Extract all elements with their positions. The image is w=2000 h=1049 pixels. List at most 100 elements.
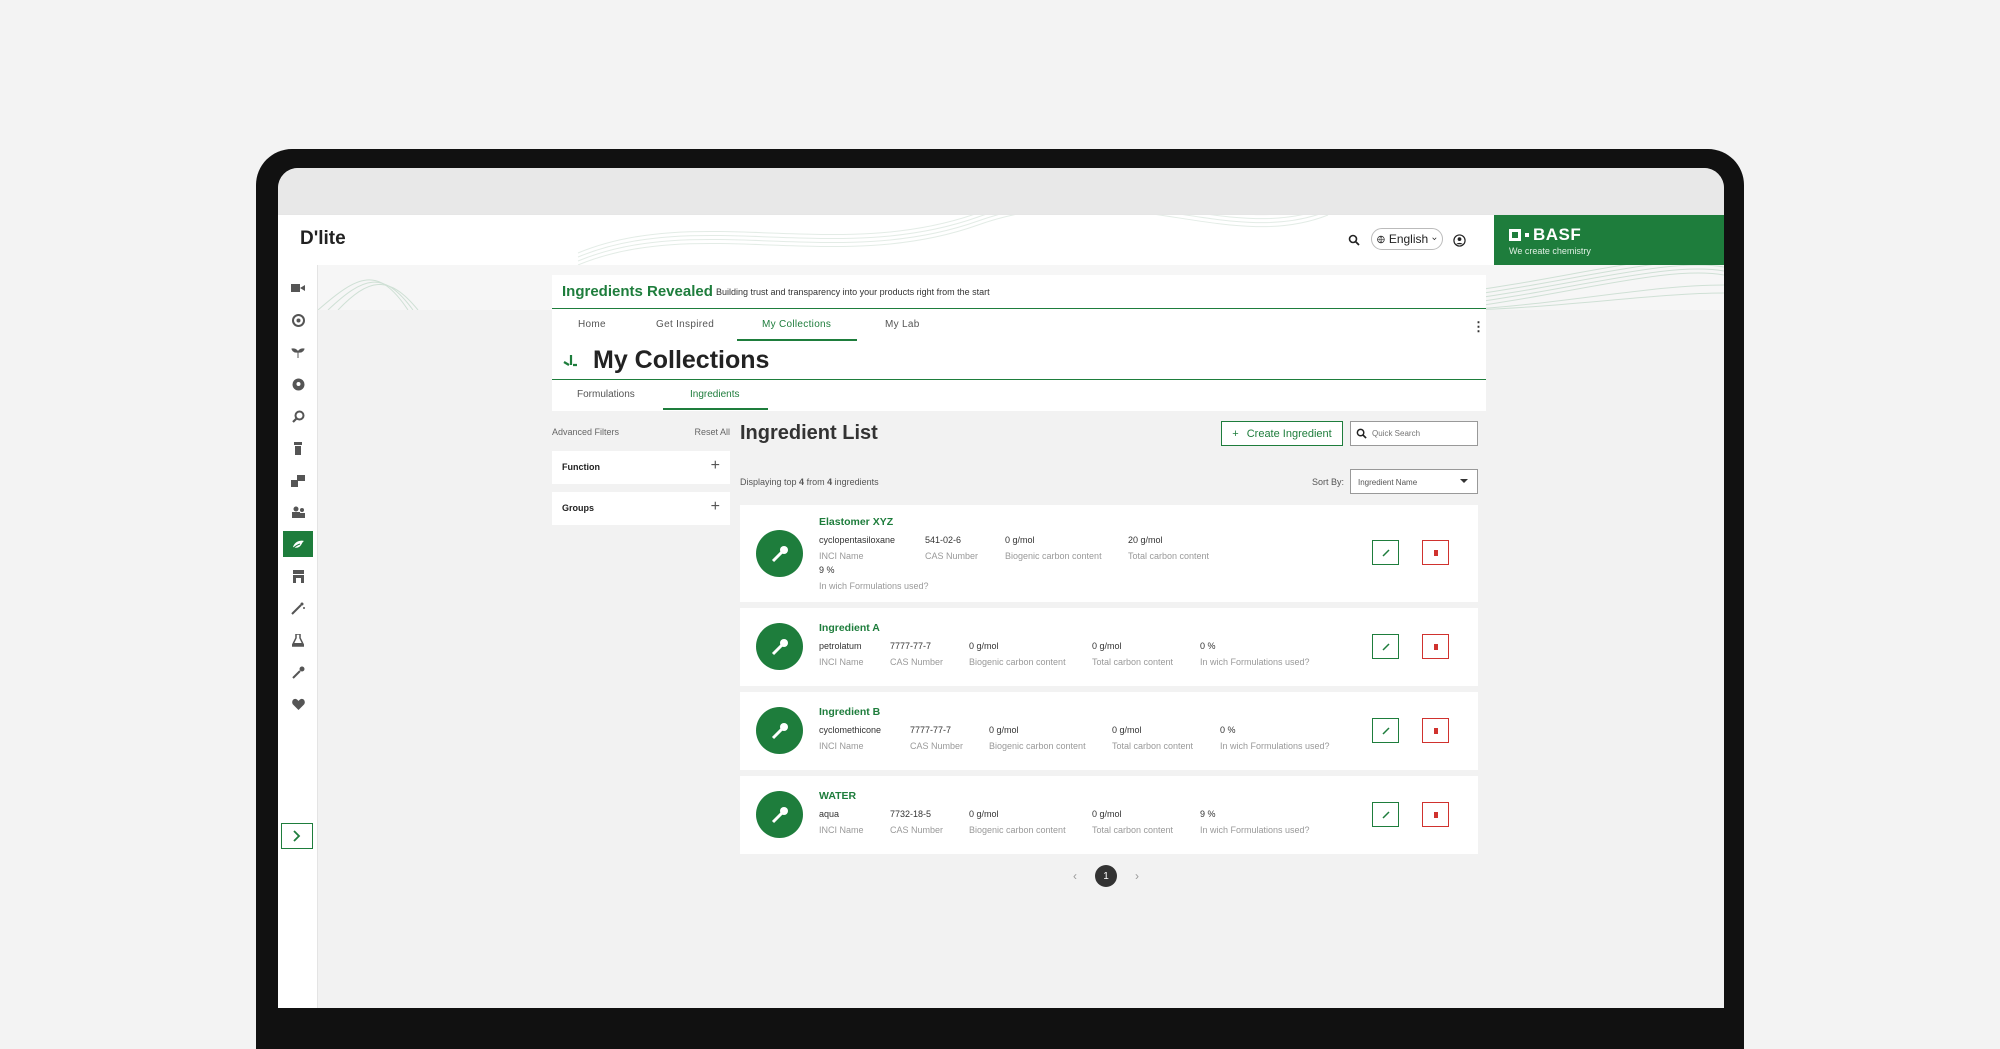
main-nav: Home Get Inspired My Collections My Lab … <box>552 309 1486 342</box>
ingredient-card[interactable]: Ingredient B cyclomethicone INCI Name 777… <box>740 692 1478 770</box>
edit-button[interactable] <box>1372 540 1399 565</box>
heart-icon[interactable] <box>283 691 313 717</box>
chevron-down-icon <box>1432 237 1437 241</box>
displaying-count: Displaying top 4 from 4 ingredients <box>740 477 879 487</box>
subtab-ingredients[interactable]: Ingredients <box>690 389 739 400</box>
field-inci: petrolatum INCI Name <box>819 641 864 667</box>
analysis-icon[interactable] <box>283 403 313 429</box>
edit-button[interactable] <box>1372 634 1399 659</box>
tube-icon[interactable] <box>283 435 313 461</box>
field-used: 9 % In wich Formulations used? <box>1200 809 1310 835</box>
field-cas: 7777-77-7 CAS Number <box>890 641 944 667</box>
dropper-icon[interactable] <box>283 659 313 685</box>
language-label: English <box>1388 232 1429 246</box>
basf-logo: BASF <box>1509 225 1581 245</box>
plus-icon: + <box>1232 427 1239 440</box>
banner-subtitle: Building trust and transparency into you… <box>716 287 990 297</box>
field-cas: 7732-18-5 CAS Number <box>890 809 944 835</box>
active-subtab-indicator <box>663 408 768 410</box>
field-biogenic: 0 g/mol Biogenic carbon content <box>1005 535 1102 561</box>
subtab-formulations[interactable]: Formulations <box>577 389 635 400</box>
sidebar-expand-button[interactable] <box>281 823 313 849</box>
language-selector[interactable]: English <box>1371 228 1443 250</box>
collection-subtabs: Formulations Ingredients <box>552 380 1486 411</box>
field-biogenic: 0 g/mol Biogenic carbon content <box>969 809 1066 835</box>
expand-plus-icon[interactable]: + <box>711 498 720 516</box>
dropper-icon <box>756 623 803 670</box>
field-used: 9 % In wich Formulations used? <box>819 565 929 591</box>
field-cas: 541-02-6 CAS Number <box>925 535 979 561</box>
tab-home[interactable]: Home <box>578 319 606 330</box>
trash-icon <box>1433 549 1438 556</box>
field-inci: aqua INCI Name <box>819 809 864 835</box>
delete-button[interactable] <box>1422 634 1449 659</box>
user-account-icon[interactable] <box>1450 231 1468 249</box>
filter-function[interactable]: Function + <box>552 451 730 484</box>
delete-button[interactable] <box>1422 802 1449 827</box>
ingredient-name[interactable]: Ingredient A <box>819 622 880 634</box>
dropper-icon <box>756 707 803 754</box>
ingredient-card[interactable]: Elastomer XYZ cyclopentasiloxane INCI Nam… <box>740 505 1478 602</box>
filter-label: Function <box>562 462 600 472</box>
flask-icon[interactable] <box>283 627 313 653</box>
collections-logo-icon <box>563 355 577 367</box>
trash-icon <box>1433 811 1438 818</box>
edit-button[interactable] <box>1372 802 1399 827</box>
trash-icon <box>1433 643 1438 650</box>
tab-my-lab[interactable]: My Lab <box>885 319 920 330</box>
dropper-icon <box>756 791 803 838</box>
delete-button[interactable] <box>1422 540 1449 565</box>
globe-icon <box>1377 235 1385 243</box>
dropper-icon <box>756 530 803 577</box>
reset-all-link[interactable]: Reset All <box>694 427 730 437</box>
ingredient-name[interactable]: WATER <box>819 790 856 802</box>
ingredient-name[interactable]: Ingredient B <box>819 706 880 718</box>
sort-select[interactable]: Ingredient Name <box>1350 469 1478 494</box>
create-ingredient-button[interactable]: + Create Ingredient <box>1221 421 1343 446</box>
field-total: 20 g/mol Total carbon content <box>1128 535 1210 561</box>
store-icon[interactable] <box>283 563 313 589</box>
field-biogenic: 0 g/mol Biogenic carbon content <box>989 725 1086 751</box>
chart-icon[interactable] <box>283 467 313 493</box>
field-used: 0 % In wich Formulations used? <box>1220 725 1330 751</box>
trash-icon <box>1433 727 1438 734</box>
expand-plus-icon[interactable]: + <box>711 457 720 475</box>
caret-down-icon <box>1460 479 1468 483</box>
ingredient-card[interactable]: WATER aqua INCI Name 7732-18-5 CAS Number … <box>740 776 1478 854</box>
page-number-current[interactable]: 1 <box>1095 865 1117 887</box>
ingredient-name[interactable]: Elastomer XYZ <box>819 516 893 528</box>
delete-button[interactable] <box>1422 718 1449 743</box>
search-icon <box>1356 428 1367 439</box>
plant-icon[interactable] <box>283 339 313 365</box>
quick-search-input[interactable] <box>1372 429 1472 438</box>
filter-label: Groups <box>562 503 595 513</box>
sort-value: Ingredient Name <box>1358 478 1418 487</box>
more-options-icon[interactable]: ⋮ <box>1472 319 1485 335</box>
prev-page-button[interactable]: ‹ <box>1073 869 1077 883</box>
tab-get-inspired[interactable]: Get Inspired <box>656 319 714 330</box>
target-icon[interactable] <box>283 307 313 333</box>
brand-tagline: We create chemistry <box>1509 246 1591 256</box>
next-page-button[interactable]: › <box>1135 869 1139 883</box>
page-title: My Collections <box>593 346 770 374</box>
header-wave-decoration <box>577 215 1329 265</box>
collection-icon[interactable] <box>283 531 313 557</box>
search-icon[interactable] <box>1345 231 1363 249</box>
field-cas: 7777-77-7 CAS Number <box>910 725 964 751</box>
magic-icon[interactable] <box>283 595 313 621</box>
team-icon[interactable] <box>283 499 313 525</box>
hero-banner: Ingredients Revealed Building trust and … <box>552 275 1486 309</box>
filters-header: Advanced Filters Reset All <box>552 427 730 437</box>
sort-label: Sort By: <box>1312 477 1345 487</box>
ingredient-card[interactable]: Ingredient A petrolatum INCI Name 7777-77… <box>740 608 1478 686</box>
pagination: ‹ 1 › <box>1073 865 1139 887</box>
edit-button[interactable] <box>1372 718 1399 743</box>
field-biogenic: 0 g/mol Biogenic carbon content <box>969 641 1066 667</box>
globe-icon[interactable] <box>283 371 313 397</box>
tab-my-collections[interactable]: My Collections <box>762 319 831 330</box>
quick-search[interactable] <box>1350 421 1478 446</box>
brand-block: BASF We create chemistry <box>1494 215 1724 265</box>
video-icon[interactable] <box>283 275 313 301</box>
active-tab-indicator <box>737 339 857 341</box>
filter-groups[interactable]: Groups + <box>552 492 730 525</box>
